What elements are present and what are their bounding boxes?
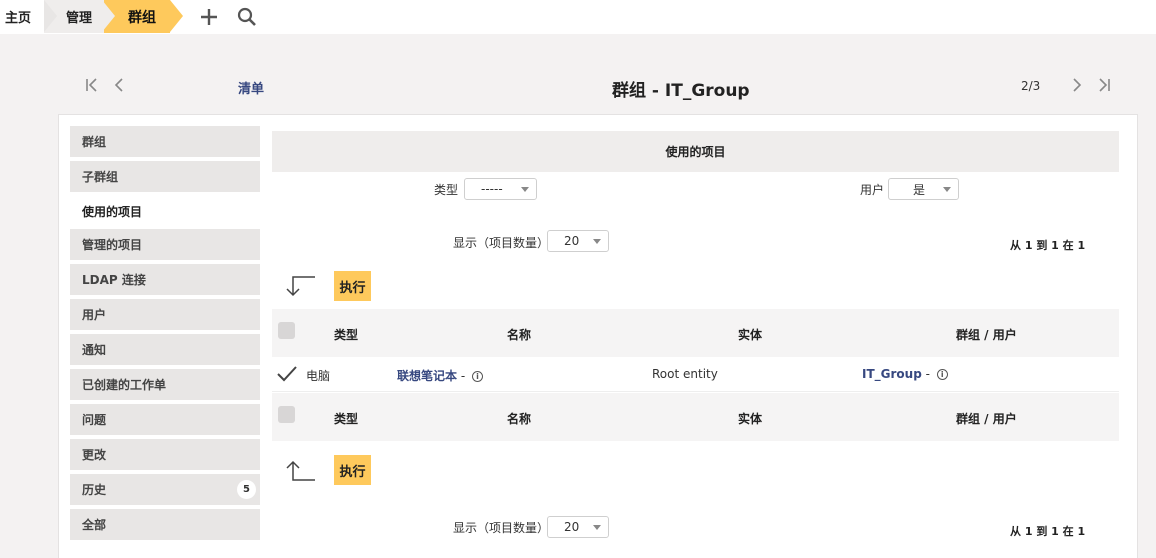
display-count-label: 显示（项目数量） (453, 236, 550, 250)
display-count-label: 显示（项目数量） (453, 521, 550, 535)
sidebar-item-managed-items[interactable]: 管理的项目 (70, 229, 260, 260)
select-all-checkbox[interactable] (278, 322, 295, 339)
sidebar-item-label: 子群组 (82, 170, 119, 184)
type-filter-label: 类型 (434, 183, 459, 197)
column-group-user[interactable]: 群组 / 用户 (956, 410, 1017, 427)
section-title: 使用的项目 (272, 131, 1119, 172)
sidebar-item-label: 群组 (82, 135, 107, 149)
sidebar-item-label: 已创建的工作单 (82, 378, 167, 392)
sidebar-item-users[interactable]: 用户 (70, 299, 260, 330)
select-all-checkbox[interactable] (278, 406, 295, 423)
sidebar-item-all[interactable]: 全部 (70, 509, 260, 540)
row-entity: Root entity (652, 367, 718, 381)
sidebar-item-problems[interactable]: 问题 (70, 404, 260, 435)
sidebar-item-history[interactable]: 历史 5 (70, 474, 260, 505)
breadcrumb-separator (102, 0, 115, 32)
pagination-count-bottom: 从 1 到 1 在 1 (1010, 525, 1086, 538)
sidebar-item-label: 管理的项目 (82, 238, 143, 252)
sidebar-item-label: LDAP 连接 (82, 273, 146, 287)
sidebar-item-label: 全部 (82, 518, 107, 532)
plus-icon[interactable] (198, 6, 220, 28)
search-icon[interactable] (236, 6, 258, 28)
display-count-select-bottom[interactable]: 20 (547, 516, 609, 538)
sidebar-item-group[interactable]: 群组 (70, 126, 260, 157)
previous-icon[interactable] (112, 77, 128, 93)
sidebar-item-label: 用户 (82, 308, 107, 322)
sidebar-item-label: 使用的项目 (82, 205, 143, 219)
row-group-cell: IT_Group - i (862, 367, 948, 381)
column-type[interactable]: 类型 (334, 326, 358, 343)
sidebar-item-label: 问题 (82, 413, 107, 427)
sidebar-item-used-items[interactable]: 使用的项目 (70, 196, 260, 227)
column-name[interactable]: 名称 (507, 410, 531, 427)
list-link[interactable]: 清单 (238, 78, 264, 97)
pager-position: 2/3 (1021, 79, 1041, 93)
info-icon[interactable]: i (936, 369, 948, 380)
type-filter-select[interactable]: ----- (464, 178, 537, 200)
bulk-action-up-arrow-icon (286, 460, 315, 481)
sidebar-item-label: 通知 (82, 343, 107, 357)
checkmark-icon[interactable] (276, 365, 298, 383)
record-navigation: 清单 群组 - IT_Group 2/3 (0, 62, 1156, 110)
table-footer-header: 类型 名称 实体 群组 / 用户 (272, 393, 1119, 441)
display-count-select[interactable]: 20 (547, 230, 609, 252)
next-icon[interactable] (1068, 77, 1084, 93)
page-title: 群组 - IT_Group (612, 81, 750, 101)
row-group-link[interactable]: IT_Group (862, 367, 922, 381)
chevron-down-icon (593, 239, 601, 244)
bulk-action-down-arrow-icon (286, 276, 315, 297)
sidebar-item-created-tickets[interactable]: 已创建的工作单 (70, 369, 260, 400)
column-name[interactable]: 名称 (507, 326, 531, 343)
breadcrumb-home[interactable]: 主页 (0, 0, 44, 33)
sidebar-item-label: 历史 (82, 483, 107, 497)
info-icon[interactable]: i (472, 371, 484, 382)
display-count-value: 20 (564, 520, 580, 534)
row-group-suffix: - (925, 367, 930, 381)
last-page-icon[interactable] (1096, 77, 1112, 93)
row-name-cell: 联想笔记本 - i (397, 367, 484, 384)
user-filter-select[interactable]: 是 (888, 178, 959, 200)
first-page-icon[interactable] (84, 77, 100, 93)
user-filter-label: 用户 (860, 183, 885, 197)
sidebar-item-notifications[interactable]: 通知 (70, 334, 260, 365)
chevron-down-icon (943, 187, 951, 192)
sidebar-item-subgroups[interactable]: 子群组 (70, 161, 260, 192)
column-type[interactable]: 类型 (334, 410, 358, 427)
column-entity[interactable]: 实体 (738, 326, 762, 343)
column-group-user[interactable]: 群组 / 用户 (956, 326, 1017, 343)
table-row: 电脑 联想笔记本 - i Root entity IT_Group - i (272, 357, 1119, 392)
history-count-badge: 5 (237, 480, 256, 499)
table-header: 类型 名称 实体 群组 / 用户 (272, 309, 1119, 357)
chevron-down-icon (521, 187, 529, 192)
execute-button[interactable]: 执行 (334, 271, 371, 301)
sidebar-item-label: 更改 (82, 448, 107, 462)
execute-button-bottom[interactable]: 执行 (334, 455, 371, 485)
column-entity[interactable]: 实体 (738, 410, 762, 427)
breadcrumb-separator (44, 0, 57, 32)
sidebar-item-ldap[interactable]: LDAP 连接 (70, 264, 260, 295)
sidebar-item-changes[interactable]: 更改 (70, 439, 260, 470)
top-bar: 管理 主页 群组 (0, 0, 1156, 34)
row-type: 电脑 (306, 369, 331, 383)
chevron-down-icon (593, 525, 601, 530)
user-filter-value: 是 (913, 182, 926, 197)
display-count-value: 20 (564, 234, 580, 248)
type-filter-value: ----- (481, 182, 503, 196)
row-name-link[interactable]: 联想笔记本 (397, 369, 457, 383)
row-name-suffix: - (460, 369, 466, 383)
breadcrumb-separator (170, 0, 183, 32)
pagination-count: 从 1 到 1 在 1 (1010, 239, 1086, 252)
